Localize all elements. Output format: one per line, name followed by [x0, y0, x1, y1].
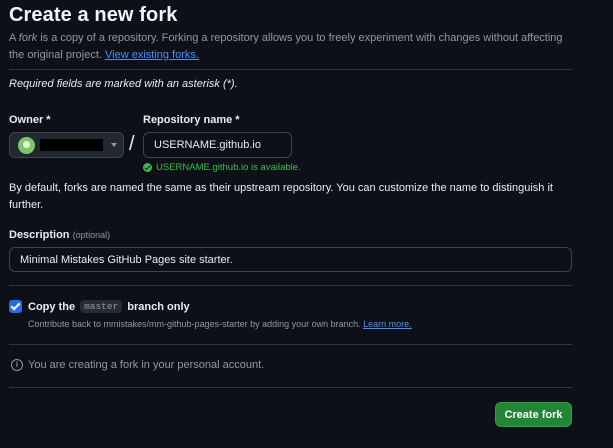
copy-branch-only-label[interactable]: Copy the master branch only	[28, 300, 190, 313]
repository-name-input[interactable]	[143, 132, 292, 158]
owner-repo-separator: /	[129, 133, 135, 155]
view-existing-forks-link[interactable]: View existing forks.	[105, 49, 199, 61]
avatar	[18, 136, 35, 154]
description-optional-hint: (optional)	[72, 230, 111, 240]
divider	[9, 344, 572, 345]
create-fork-page: Create a new fork A fork is a copy of a …	[0, 0, 613, 448]
contribute-back-text: Contribute back to mmistakes/mm-github-p…	[28, 319, 364, 329]
availability-message: USERNAME.github.io is available.	[143, 162, 301, 173]
description-label-text: Description	[9, 229, 70, 241]
redacted-owner-name	[40, 139, 103, 151]
copy-branch-only-checkbox[interactable]	[9, 300, 22, 313]
chevron-down-icon	[111, 143, 117, 147]
branch-name-code: master	[80, 300, 123, 313]
page-title: Create a new fork	[9, 4, 178, 26]
default-name-note: By default, forks are named the same as …	[9, 182, 553, 211]
info-icon: i	[11, 359, 23, 371]
copy-label-suffix: branch only	[127, 300, 190, 313]
description-input[interactable]	[9, 247, 572, 272]
contribute-back-note: Contribute back to mmistakes/mm-github-p…	[28, 319, 412, 329]
learn-more-link[interactable]: Learn more.	[363, 319, 412, 329]
divider	[9, 285, 572, 286]
owner-label: Owner *	[9, 114, 51, 126]
divider	[9, 69, 572, 70]
description-label: Description (optional)	[9, 229, 110, 241]
info-text: You are creating a fork in your personal…	[28, 359, 265, 371]
divider	[9, 387, 572, 388]
copy-label-prefix: Copy the	[28, 300, 76, 313]
check-circle-icon	[143, 163, 152, 172]
personal-account-info: i You are creating a fork in your person…	[11, 359, 264, 371]
owner-select[interactable]	[9, 132, 124, 158]
availability-text: USERNAME.github.io is available.	[156, 162, 301, 173]
intro-prefix: A	[9, 32, 19, 44]
intro-fork-word: fork	[18, 32, 38, 44]
intro-rest: is a copy of a repository. Forking a rep…	[9, 32, 563, 61]
intro-text: A fork is a copy of a repository. Forkin…	[9, 30, 569, 64]
create-fork-button[interactable]: Create fork	[495, 402, 572, 427]
repository-name-label: Repository name *	[143, 114, 240, 126]
required-fields-note: Required fields are marked with an aster…	[9, 78, 238, 90]
